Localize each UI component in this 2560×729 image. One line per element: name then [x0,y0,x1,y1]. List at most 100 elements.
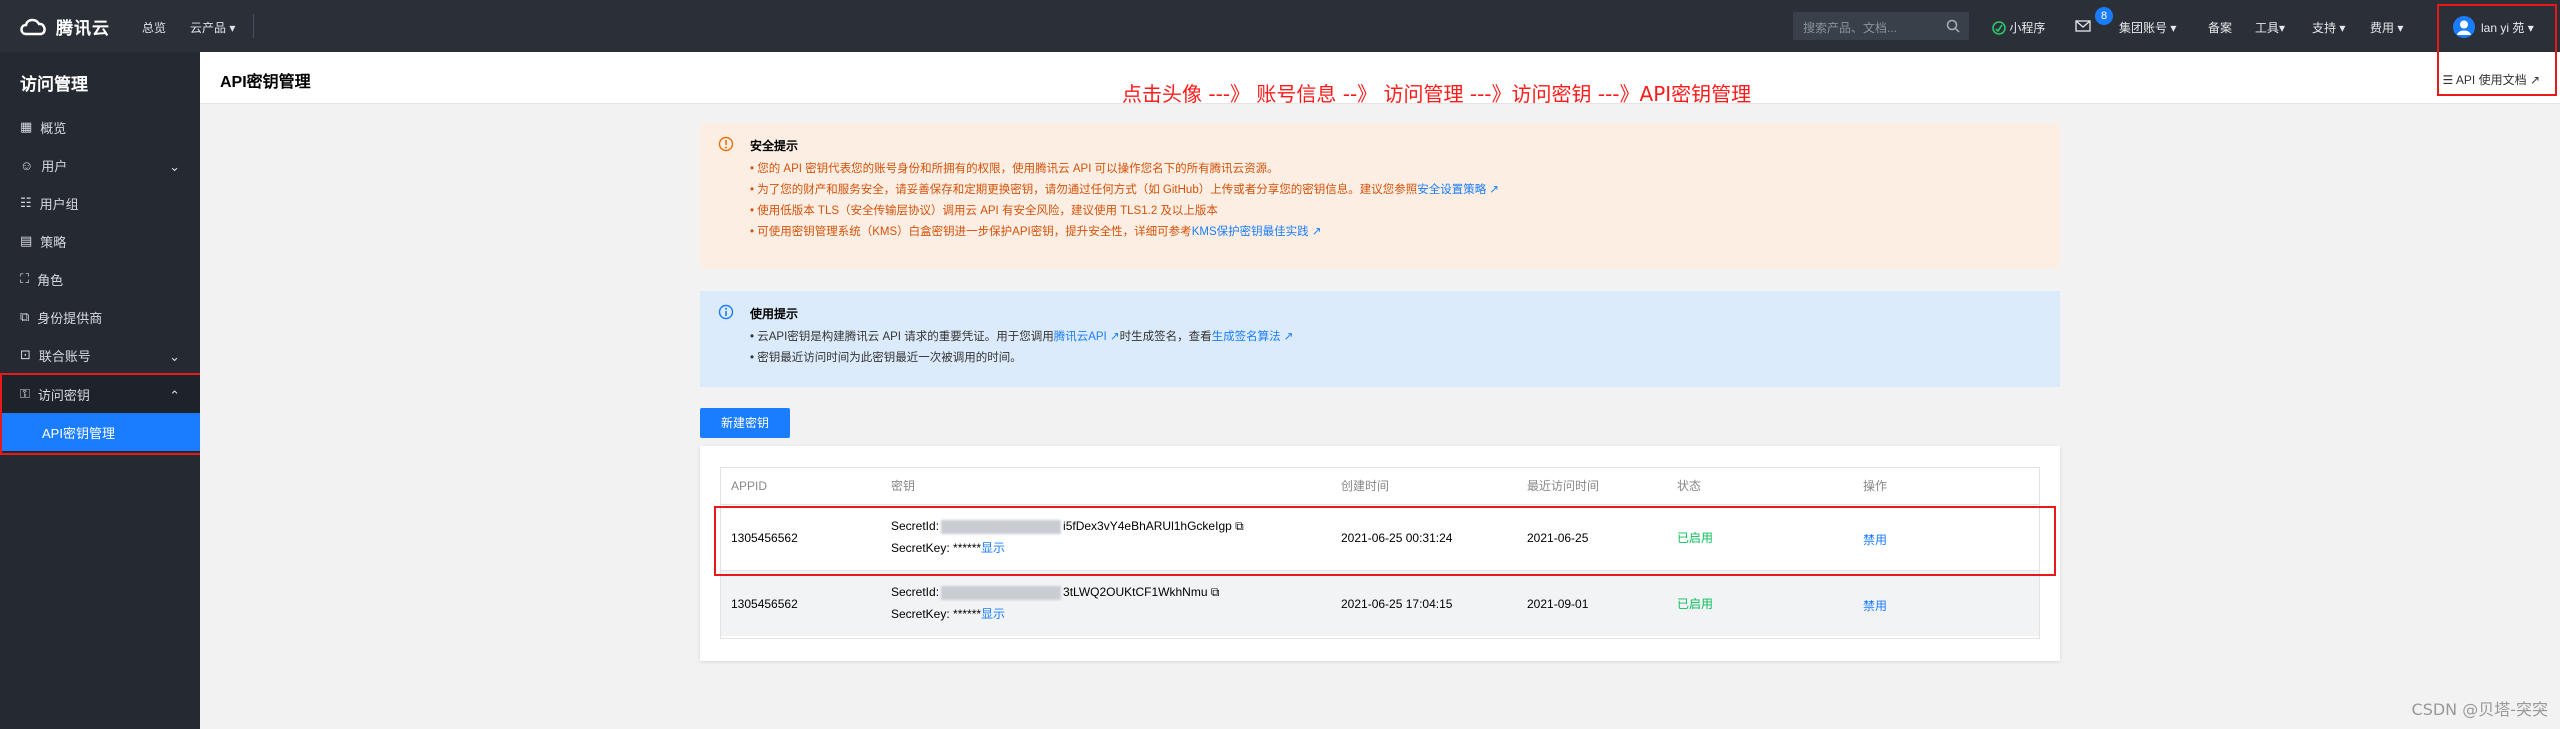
secret-id: SecretId: 3tLWQ2OUKtCF1WkhNmu ⧉ [891,585,1219,600]
search-input[interactable]: 搜索产品、文档... [1793,12,1969,40]
nav-products-label: 云产品 [190,21,227,35]
billing-menu[interactable]: 费用 ▾ [2370,19,2403,36]
sidebar-item-label: 用户 [41,158,68,174]
sidebar-item-identity-providers[interactable]: ⧉ 身份提供商 [0,298,200,336]
support-label: 支持 [2312,21,2337,35]
tencent-cloud-logo[interactable]: 腾讯云 [18,14,110,39]
sidebar-item-label: 策略 [40,234,67,250]
column-header: 创建时间 [1341,479,1390,493]
brand-name: 腾讯云 [56,19,110,38]
sidebar-item-label: 联合账号 [38,348,91,364]
sidebar-item-overview[interactable]: ▦ 概览 [0,108,200,146]
message-count-badge: 8 [2095,7,2113,25]
status-badge: 已启用 [1677,597,1714,611]
chevron-down-icon: ⌄ [169,159,180,174]
beian-link[interactable]: 备案 [2208,19,2232,36]
usage-alert: 使用提示 • 云API密钥是构建腾讯云 API 请求的重要凭证。用于您调用腾讯云… [700,291,2060,387]
role-icon: ⛶ [20,271,30,286]
kms-best-practice-link[interactable]: KMS保护密钥最佳实践 [1192,226,1309,238]
sidebar-item-federated-accounts[interactable]: ⊡ 联合账号 ⌄ [0,336,200,374]
security-alert: 安全提示 • 您的 API 密钥代表您的账号身份和所拥有的权限，使用腾讯云 AP… [700,123,2060,269]
secret-id-value: 3tLWQ2OUKtCF1WkhNmu [1063,585,1208,599]
usage-alert-line: • 密钥最近访问时间为此密钥最近一次被调用的时间。 [750,352,1022,364]
security-line-text: 您的 API 密钥代表您的账号身份和所拥有的权限，使用腾讯云 API 可以操作您… [757,163,1279,175]
sidebar-item-users[interactable]: ☺ 用户 ⌄ [0,146,200,184]
security-alert-line: • 为了您的财产和服务安全，请妥善保存和定期更换密钥，请勿通过任何方式（如 Gi… [750,184,1500,196]
table-row: 1305456562 SecretId: 3tLWQ2OUKtCF1WkhNmu … [721,570,2039,636]
security-line-text: 可使用密钥管理系统（KMS）白盒密钥进一步保护API密钥，提升安全性，详细可参考 [757,226,1192,238]
nav-products[interactable]: 云产品 ▾ [190,19,235,36]
appid-cell: 1305456562 [731,597,798,611]
column-header: 操作 [1863,479,1888,493]
sidebar-item-label: 概览 [40,120,67,136]
security-alert-line: • 可使用密钥管理系统（KMS）白盒密钥进一步保护API密钥，提升安全性，详细可… [750,226,1322,238]
new-key-button[interactable]: 新建密钥 [700,408,790,438]
billing-label: 费用 [2370,21,2395,35]
info-icon [718,304,734,320]
external-link-icon: ↗ [1109,331,1120,343]
tencent-cloud-api-link[interactable]: 腾讯云API [1054,331,1107,343]
tools-menu[interactable]: 工具▾ [2255,19,2285,36]
chevron-down-icon: ▾ [229,21,236,35]
secret-key: SecretKey: ******显示 [891,605,1005,622]
secret-id-label: SecretId: [891,585,940,599]
group-account-menu[interactable]: 集团账号 ▾ [2119,19,2176,36]
secret-key-label: SecretKey: ****** [891,607,982,621]
mini-program-label: 小程序 [2009,21,2046,35]
grid-icon: ▦ [20,119,33,134]
search-placeholder: 搜索产品、文档... [1803,21,1898,35]
group-account-label: 集团账号 [2119,21,2168,35]
chevron-down-icon: ▾ [2339,21,2346,35]
sidebar-item-roles[interactable]: ⛶ 角色 [0,260,200,298]
divider [253,14,254,38]
chevron-down-icon: ⌄ [169,349,180,364]
sidebar-item-label: 角色 [37,272,64,288]
column-header: 状态 [1677,479,1702,493]
tools-label: 工具 [2255,21,2280,35]
mini-program-link[interactable]: 小程序 [1992,19,2045,36]
show-secret-link[interactable]: 显示 [981,607,1005,621]
security-policy-link[interactable]: 安全设置策略 [1417,184,1486,196]
top-navigation-bar: 腾讯云 总览 云产品 ▾ 搜索产品、文档... 小程序 8 集团账号 ▾ 备案 … [0,0,2560,52]
chevron-down-icon: ▾ [2397,21,2404,35]
nav-overview[interactable]: 总览 [142,19,166,36]
security-alert-title: 安全提示 [750,139,799,153]
security-alert-line: • 使用低版本 TLS（安全传输层协议）调用云 API 有安全风险，建议使用 T… [750,205,1218,217]
redacted-mask [941,585,1062,600]
sidebar-item-label: 用户组 [39,196,79,212]
user-group-icon: ☷ [20,195,32,210]
chevron-down-icon: ▾ [2170,21,2177,35]
search-icon[interactable] [1946,19,1960,33]
external-link-icon: ↗ [1489,184,1500,196]
mini-program-icon [1992,21,2006,35]
user-icon: ☺ [20,157,34,173]
external-link-icon: ↗ [1283,331,1294,343]
support-menu[interactable]: 支持 ▾ [2312,19,2345,36]
highlight-box-key-row [714,506,2056,576]
disable-key-button[interactable]: 禁用 [1863,597,1887,614]
identity-provider-icon: ⧉ [20,309,30,324]
external-link-icon: ↗ [1311,226,1322,238]
highlight-box-avatar [2437,4,2557,96]
federated-account-icon: ⊡ [20,347,31,362]
security-alert-line: • 您的 API 密钥代表您的账号身份和所拥有的权限，使用腾讯云 API 可以操… [750,163,1279,175]
column-header: 最近访问时间 [1527,479,1600,493]
usage-line-text: 时生成签名，查看 [1119,331,1212,343]
security-line-text: 使用低版本 TLS（安全传输层协议）调用云 API 有安全风险，建议使用 TLS… [757,205,1218,217]
security-line-text: 为了您的财产和服务安全，请妥善保存和定期更换密钥，请勿通过任何方式（如 GitH… [757,184,1418,196]
column-header: APPID [731,479,768,493]
navigation-annotation: 点击头像 ---》 账号信息 --》 访问管理 ---》访问密钥 ---》API… [1122,82,1752,106]
copy-icon[interactable]: ⧉ [1211,585,1220,599]
usage-alert-line: • 云API密钥是构建腾讯云 API 请求的重要凭证。用于您调用腾讯云API ↗… [750,331,1294,343]
cloud-logo-icon [20,18,46,35]
page-title: API密钥管理 [220,74,311,91]
chevron-down-icon: ▾ [2279,21,2286,35]
sidebar-item-policies[interactable]: ▤ 策略 [0,222,200,260]
sidebar-item-label: 身份提供商 [37,310,103,326]
sidebar-item-user-groups[interactable]: ☷ 用户组 [0,184,200,222]
signature-algorithm-link[interactable]: 生成签名算法 [1212,331,1281,343]
usage-line-text: 密钥最近访问时间为此密钥最近一次被调用的时间。 [757,352,1022,364]
mail-icon[interactable] [2075,20,2091,32]
last-access-cell: 2021-09-01 [1527,597,1589,611]
usage-line-text: 云API密钥是构建腾讯云 API 请求的重要凭证。用于您调用 [757,331,1054,343]
